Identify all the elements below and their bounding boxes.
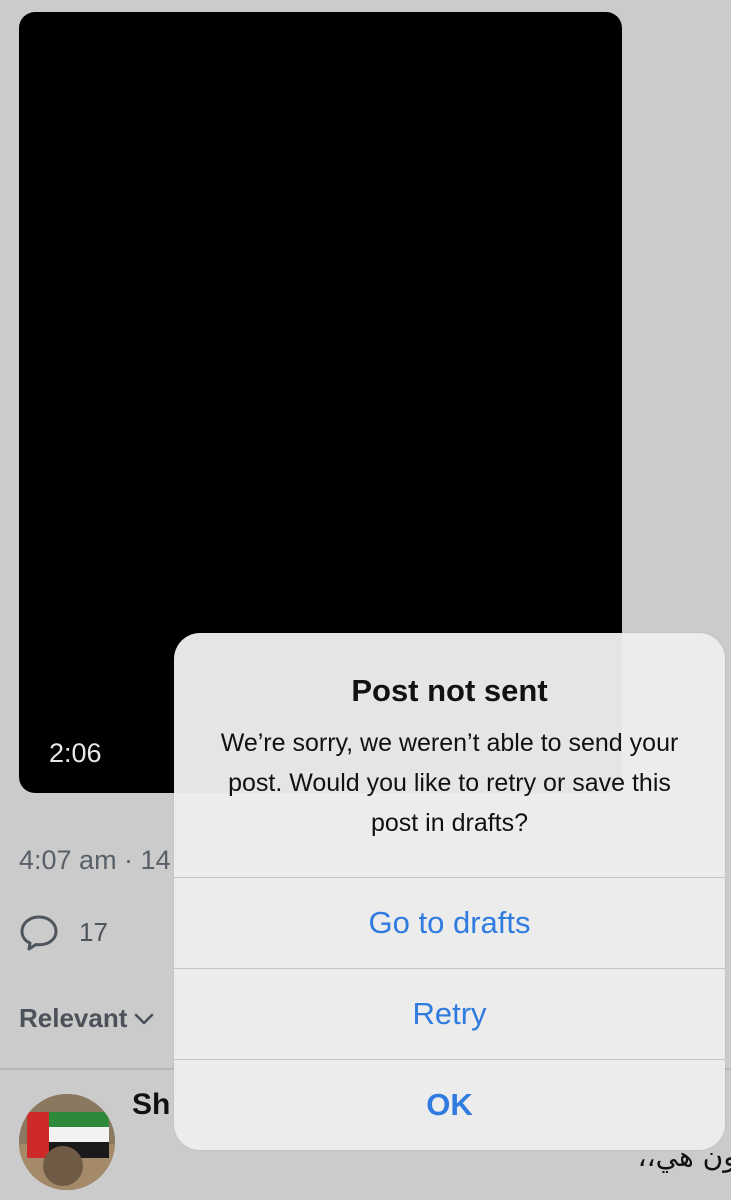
retry-button[interactable]: Retry [174, 969, 725, 1059]
ok-button[interactable]: OK [174, 1060, 725, 1150]
reply-author-name[interactable]: Sh [132, 1088, 170, 1122]
sort-label: Relevant [19, 1003, 128, 1033]
alert-message: We’re sorry, we weren’t able to send you… [220, 729, 679, 837]
reply-count: 17 [79, 916, 108, 947]
go-to-drafts-button[interactable]: Go to drafts [174, 878, 725, 968]
chevron-down-icon [127, 1012, 155, 1026]
post-timestamp: 4:07 am · 14 [19, 845, 171, 875]
video-duration: 2:06 [49, 738, 102, 768]
avatar[interactable] [19, 1094, 115, 1190]
reply-button[interactable]: 17 [19, 912, 108, 952]
alert-title: Post not sent [351, 673, 548, 708]
post-not-sent-alert: Post not sent We’re sorry, we weren’t ab… [174, 633, 725, 1150]
sort-dropdown[interactable]: Relevant [19, 1003, 155, 1034]
comment-icon [19, 912, 59, 952]
